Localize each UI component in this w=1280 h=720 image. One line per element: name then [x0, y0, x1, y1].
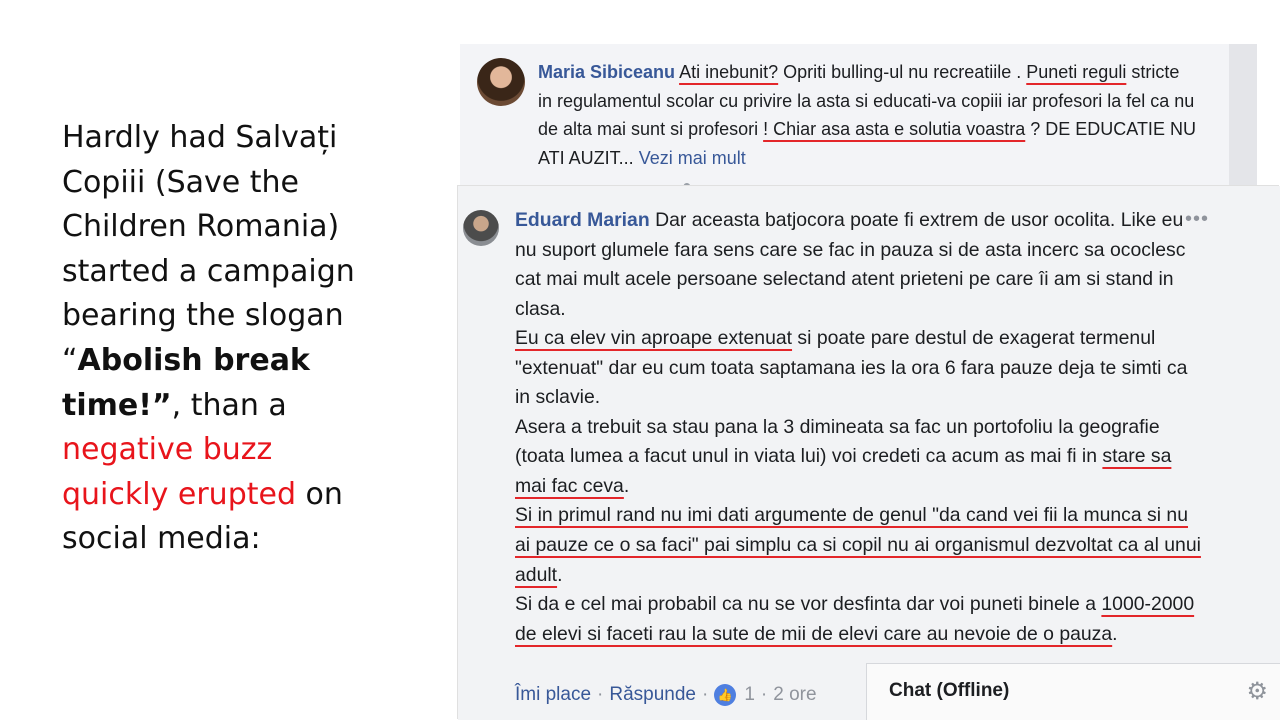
comment-text-segment: . [557, 563, 563, 586]
comment-text-segment: . [623, 474, 630, 497]
slide-text: Hardly had Salvați Copiii (Save the Chil… [62, 116, 392, 562]
slogan-part1: Abolish break [77, 342, 310, 378]
comment-text: Eduard Marian Dar aceasta batjocora poat… [515, 206, 1205, 649]
scrollbar[interactable] [1229, 44, 1257, 194]
thumbs-up-icon[interactable]: 👍 [714, 684, 737, 706]
slogan-part2: time!” [62, 387, 172, 423]
comment-actions: Îmi place · Răspunde · 👍 1 · 2 ore [515, 684, 817, 706]
gear-icon[interactable]: ⚙ [1246, 677, 1268, 706]
separator: · [760, 684, 768, 705]
comment-screenshot-1: Maria Sibiceanu Ati inebunit? Opriti bul… [460, 44, 1257, 194]
separator: · [597, 684, 604, 705]
comment-author[interactable]: Maria Sibiceanu [538, 62, 675, 82]
quote-mark: “ [62, 342, 78, 378]
chat-title[interactable]: Chat (Offline) [889, 680, 1009, 702]
slide-text-after-red: on [296, 476, 343, 512]
slide-line: social media: [62, 521, 261, 557]
like-count[interactable]: 1 [744, 684, 755, 706]
underlined-text: ! Chiar asa asta e solutia voastra [763, 119, 1026, 139]
slide-line: Children Romania) [62, 209, 340, 245]
avatar[interactable] [463, 210, 499, 246]
slide-line: Hardly had Salvați [62, 120, 338, 155]
slide-text-after-slogan: , than a [171, 387, 287, 423]
comment-paragraph: Eduard Marian Dar aceasta batjocora poat… [515, 206, 1205, 324]
separator: · [701, 684, 709, 705]
comment-screenshot-2: ••• Eduard Marian Dar aceasta batjocora … [458, 186, 1280, 720]
comment-text-segment: Si da e cel mai probabil ca nu se vor de… [515, 593, 1102, 616]
like-link[interactable]: Îmi place [515, 684, 591, 706]
avatar[interactable] [477, 58, 525, 106]
underlined-text: Si in primul rand nu imi dati argumente … [515, 504, 1201, 586]
red-highlight-1: negative buzz [62, 432, 273, 468]
see-more-link[interactable]: Vezi mai mult [639, 148, 746, 168]
comment-author[interactable]: Eduard Marian [515, 209, 650, 231]
red-highlight-2: quickly erupted [62, 476, 296, 512]
comment-paragraph: Asera a trebuit sa stau pana la 3 dimine… [515, 413, 1205, 502]
comment-paragraph: Eu ca elev vin aproape extenuat si poate… [515, 324, 1205, 413]
comment-text-segment: Opriti bulling-ul nu recreatiile . [778, 62, 1027, 82]
slide-line: started a campaign [62, 253, 355, 289]
underlined-text: Eu ca elev vin aproape extenuat [515, 327, 793, 350]
timestamp[interactable]: 2 ore [773, 684, 816, 706]
comment-text-segment: . [1112, 622, 1118, 645]
slide-line: Copiii (Save the [62, 164, 299, 200]
slide-line: bearing the slogan [62, 298, 344, 334]
comment-paragraph: Si da e cel mai probabil ca nu se vor de… [515, 590, 1205, 649]
reply-link[interactable]: Răspunde [609, 684, 696, 706]
comment-paragraph: Si in primul rand nu imi dati argumente … [515, 501, 1205, 590]
comment-text-segment: Asera a trebuit sa stau pana la 3 dimine… [515, 415, 1160, 468]
underlined-text: Puneti reguli [1026, 62, 1127, 82]
underlined-text: Ati inebunit? [679, 62, 779, 82]
comment-text: Maria Sibiceanu Ati inebunit? Opriti bul… [538, 58, 1198, 172]
chat-bar[interactable]: Chat (Offline) ⚙ [866, 663, 1280, 720]
